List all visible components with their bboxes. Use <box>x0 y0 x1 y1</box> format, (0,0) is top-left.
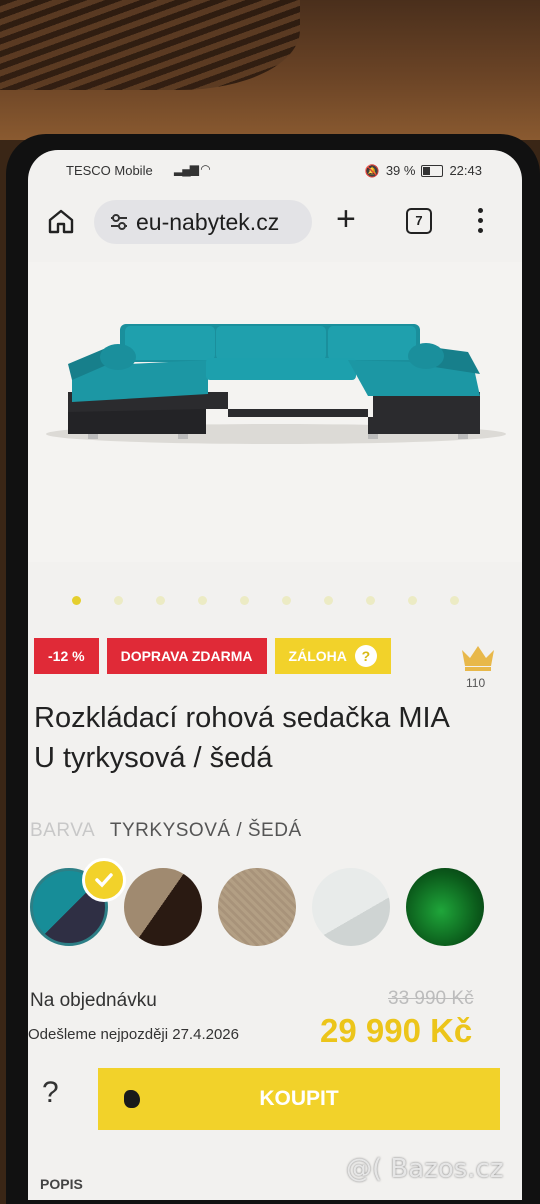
product-badges: -12 % DOPRAVA ZDARMA ZÁLOHA ? <box>34 638 391 674</box>
browser-toolbar: eu-nabytek.cz + 7 <box>28 194 522 252</box>
old-price: 33 990 Kč <box>388 988 474 1009</box>
gallery-dot[interactable] <box>366 596 375 605</box>
current-price: 29 990 Kč <box>320 1012 473 1049</box>
gallery-dot[interactable] <box>72 596 81 605</box>
wicker-basket <box>0 0 300 90</box>
cart-icon <box>124 1090 140 1108</box>
gallery-dots <box>72 596 459 605</box>
swatch-green[interactable] <box>406 868 484 946</box>
buy-button[interactable]: KOUPIT <box>98 1068 500 1130</box>
status-right: 🔕 39 % 22:43 <box>365 163 482 178</box>
help-icon[interactable]: ? <box>354 645 377 667</box>
address-bar[interactable]: eu-nabytek.cz <box>94 200 312 244</box>
sofa-image <box>46 324 506 444</box>
home-icon[interactable] <box>46 206 76 236</box>
help-button[interactable]: ? <box>42 1076 59 1110</box>
gallery-dot[interactable] <box>114 596 123 605</box>
free-shipping-badge: DOPRAVA ZDARMA <box>106 638 267 674</box>
availability-text: Na objednávku <box>30 990 157 1011</box>
check-icon <box>82 858 126 902</box>
description-heading: POPIS <box>40 1176 83 1192</box>
gallery-dot[interactable] <box>240 596 249 605</box>
watermark: @( Bazos.cz <box>346 1154 504 1184</box>
deposit-badge[interactable]: ZÁLOHA ? <box>274 638 391 674</box>
gallery-dot[interactable] <box>450 596 459 605</box>
color-swatches <box>28 858 522 952</box>
battery-icon <box>421 164 444 177</box>
new-tab-button[interactable]: + <box>336 199 356 239</box>
gallery-dot[interactable] <box>324 596 333 605</box>
battery-percent: 39 % <box>385 163 416 178</box>
color-label: BARVA <box>30 820 95 841</box>
rating-count: 110 <box>466 676 486 690</box>
url-text: eu-nabytek.cz <box>136 208 280 235</box>
color-row: BARVA TYRKYSOVÁ / ŠEDÁ <box>30 820 302 842</box>
gallery-dot[interactable] <box>156 596 165 605</box>
phone-screen: TESCO Mobile ▂▄▆ ◠ 🔕 39 % 22:43 eu-nabyt… <box>28 150 522 1200</box>
status-bar: TESCO Mobile ▂▄▆ ◠ 🔕 39 % 22:43 <box>28 150 522 190</box>
swatch-white[interactable] <box>312 868 390 946</box>
site-settings-icon[interactable] <box>108 211 130 233</box>
product-title: Rozkládací rohová sedačka MIA U tyrkysov… <box>34 702 449 774</box>
product-image[interactable] <box>28 262 522 562</box>
gallery-dot[interactable] <box>282 596 291 605</box>
buy-label: KOUPIT <box>259 1087 339 1110</box>
clock: 22:43 <box>449 163 482 178</box>
signal-icon: ▂▄▆ ◠ <box>174 162 211 176</box>
carrier-name: TESCO Mobile <box>66 163 153 178</box>
mute-icon: 🔕 <box>364 163 380 178</box>
more-menu-icon[interactable] <box>478 208 484 238</box>
crown-icon[interactable] <box>458 642 498 672</box>
color-value: TYRKYSOVÁ / ŠEDÁ <box>109 820 302 841</box>
gallery-dot[interactable] <box>198 596 207 605</box>
gallery-dot[interactable] <box>408 596 417 605</box>
deposit-label: ZÁLOHA <box>288 648 347 664</box>
shipping-date: Odešleme nejpozději 27.4.2026 <box>28 1026 239 1043</box>
discount-badge: -12 % <box>34 638 99 674</box>
swatch-beige[interactable] <box>218 868 296 946</box>
tab-switcher-button[interactable]: 7 <box>406 208 432 234</box>
swatch-brown[interactable] <box>124 868 202 946</box>
